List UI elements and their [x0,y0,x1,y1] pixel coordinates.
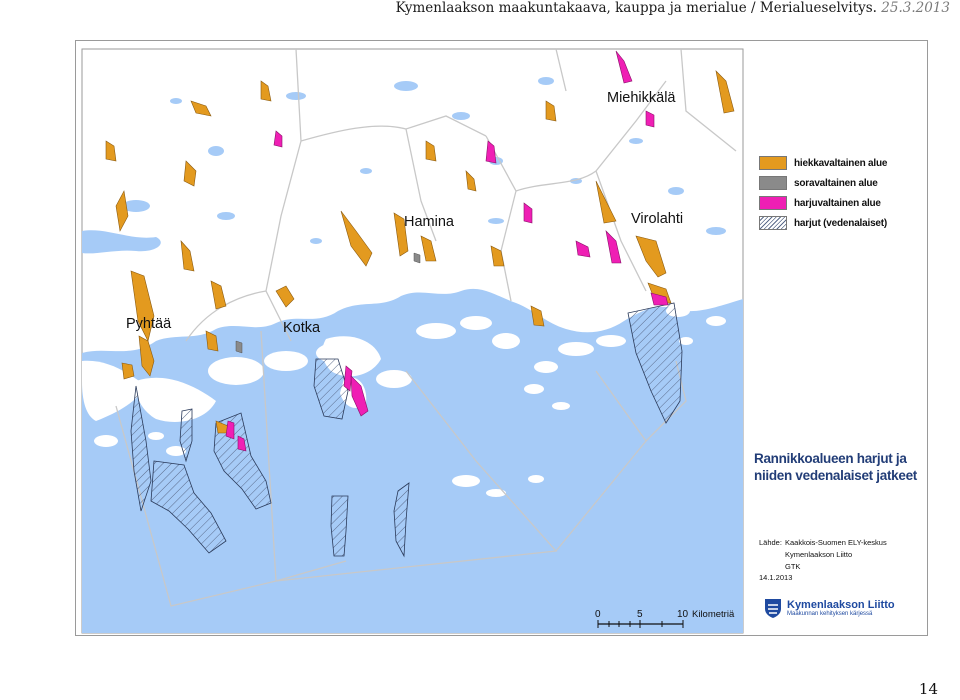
legend-swatch-harju [759,196,787,210]
legend-item-hiekka: hiekkavaltainen alue [759,153,887,173]
place-label-miehikkala: Miehikkälä [607,90,676,106]
legend-label: soravaltainen alue [794,177,878,189]
map-area: Miehikkälä Hamina Virolahti Pyhtää Kotka… [81,48,744,634]
legend-item-sora: soravaltainen alue [759,173,887,193]
page-number: 14 [918,680,938,698]
place-label-kotka: Kotka [283,320,321,336]
source-item: Kymenlaakson Liitto [785,550,853,559]
map-frame: Miehikkälä Hamina Virolahti Pyhtää Kotka… [75,40,928,636]
source-item: GTK [785,562,801,571]
scale-tick-5: 5 [637,609,643,620]
legend-swatch-sora [759,176,787,190]
scale-unit: Kilometriä [692,609,735,620]
legend-swatch-hiekka [759,156,787,170]
document-title: Kymenlaakson maakuntakaava, kauppa ja me… [395,0,877,16]
map-source: Lähde: Kaakkois-Suomen ELY-keskus Kymenla… [759,537,887,573]
legend-item-harju: harjuvaltainen alue [759,193,887,213]
place-label-hamina: Hamina [404,214,455,230]
map-date: 14.1.2013 [759,573,793,582]
document-date: 25.3.2013 [881,0,950,16]
legend-item-hatch: harjut (vedenalaiset) [759,213,887,233]
legend-label: harjuvaltainen alue [794,197,881,209]
map-legend: hiekkavaltainen alue soravaltainen alue … [759,153,887,233]
logo-subtitle: Maakunnan kehityksen kärjessä [787,611,873,617]
map-title: Rannikkoalueen harjut ja niiden vedenala… [754,451,917,483]
document-header: Kymenlaakson maakuntakaava, kauppa ja me… [396,0,950,16]
place-label-virolahti: Virolahti [631,211,683,227]
logo-name: Kymenlaakson Liitto [787,599,895,611]
legend-label: hiekkavaltainen alue [794,157,888,169]
organization-logo: Kymenlaakson Liitto Maakunnan kehityksen… [763,597,895,619]
scale-tick-0: 0 [595,609,601,620]
legend-swatch-hatch [759,216,787,230]
scale-tick-10: 10 [677,609,689,620]
source-label: Lähde: [759,538,782,547]
legend-label: harjut (vedenalaiset) [794,217,888,229]
shield-icon [765,599,781,618]
place-label-pyhtaa: Pyhtää [126,316,172,332]
source-item: Kaakkois-Suomen ELY-keskus [785,538,887,547]
